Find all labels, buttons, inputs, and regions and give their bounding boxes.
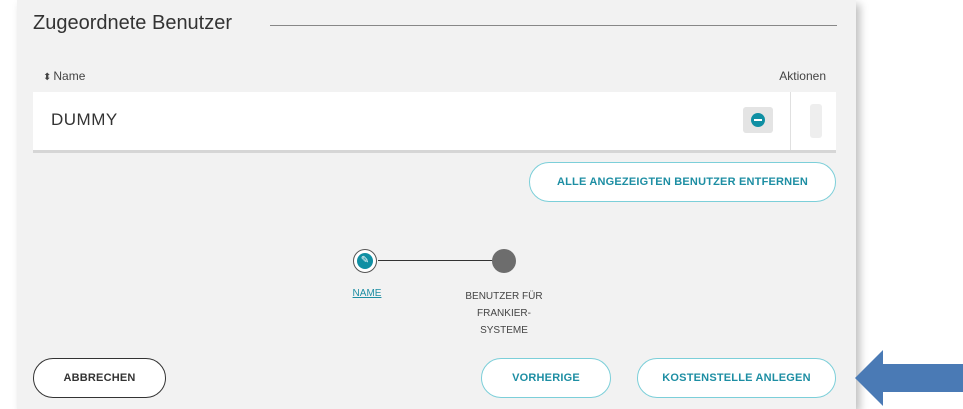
sort-updown-icon: ⬍ (43, 72, 52, 83)
scrollbar[interactable] (810, 104, 822, 138)
remove-user-button[interactable] (743, 107, 773, 133)
stepper-label-line: SYSTEME (480, 325, 528, 336)
assigned-users-panel: Zugeordnete Benutzer ⬍ Name Aktionen DUMM… (17, 0, 856, 409)
minus-circle-icon (751, 113, 765, 127)
section-title: Zugeordnete Benutzer (33, 12, 233, 34)
previous-button[interactable]: VORHERIGE (481, 358, 611, 398)
column-header-actions: Aktionen (779, 69, 826, 83)
stepper-label-franking-users: BENUTZER FÜR FRANKIER- SYSTEME (439, 288, 569, 339)
remove-all-shown-users-button[interactable]: ALLE ANGEZEIGTEN BENUTZER ENTFERNEN (529, 162, 836, 202)
column-divider (790, 92, 791, 150)
title-divider (270, 25, 837, 26)
arrow-left-icon (855, 350, 963, 406)
column-name-label: Name (53, 69, 86, 83)
stepper-connector (378, 260, 493, 261)
stepper-label-line: BENUTZER FÜR (465, 291, 543, 302)
row-user-name: DUMMY (51, 110, 118, 129)
column-header-name[interactable]: ⬍ Name (43, 69, 85, 83)
stepper-step-name[interactable]: ✎ (353, 249, 377, 273)
stepper-label-name[interactable]: NAME (347, 288, 387, 299)
stepper-step-franking-users (492, 249, 516, 273)
cancel-button[interactable]: ABBRECHEN (33, 358, 166, 398)
pencil-icon: ✎ (357, 253, 373, 269)
stepper-label-line: FRANKIER- (477, 308, 531, 319)
create-cost-center-button[interactable]: KOSTENSTELLE ANLEGEN (637, 358, 836, 398)
users-table-body: DUMMY (33, 92, 836, 153)
table-header: ⬍ Name Aktionen (33, 66, 836, 92)
